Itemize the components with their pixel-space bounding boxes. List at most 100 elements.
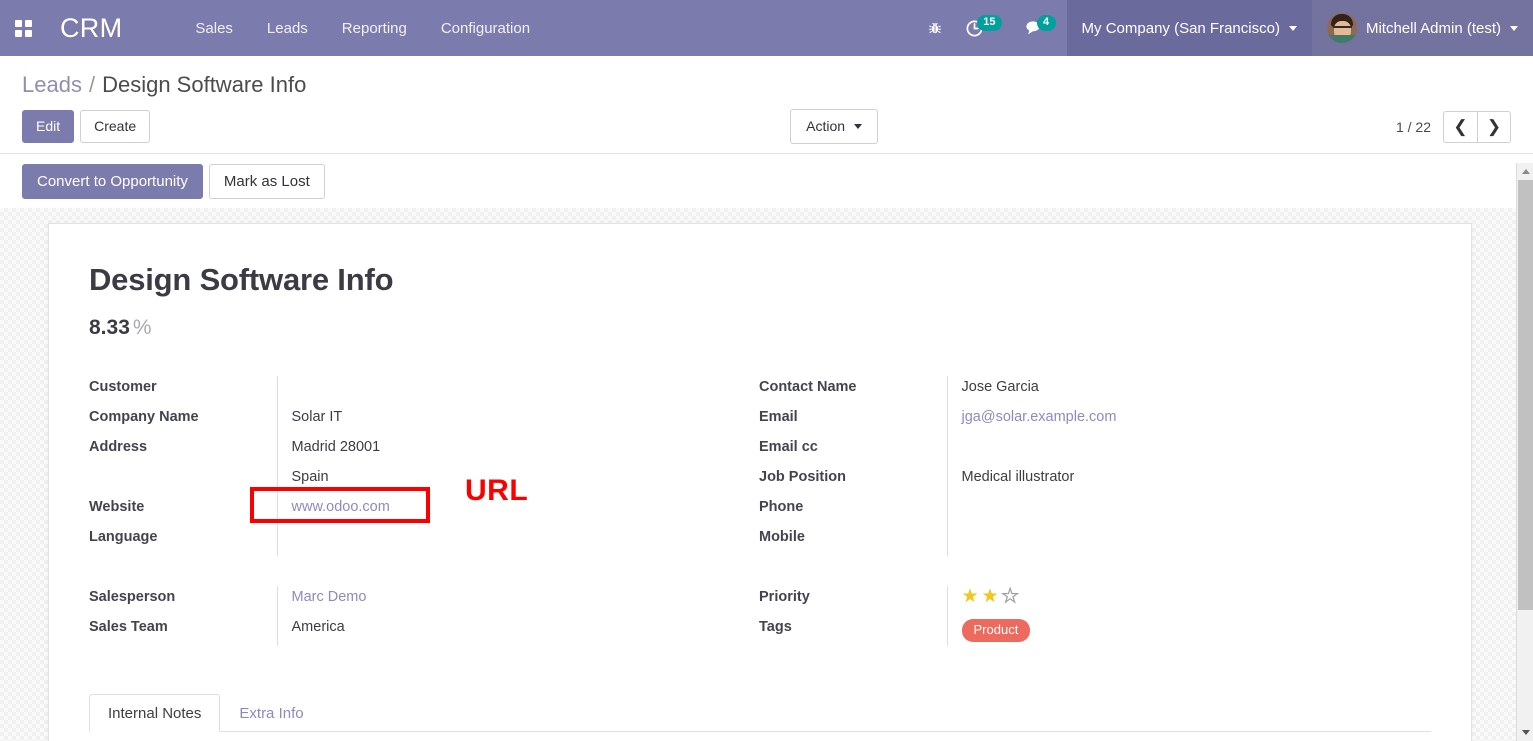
probability-row: 8.33% xyxy=(89,316,1431,340)
user-menu[interactable]: Mitchell Admin (test) xyxy=(1311,0,1533,56)
field-label-email-cc: Email cc xyxy=(759,439,818,455)
field-value-sales-team[interactable]: America xyxy=(276,616,759,646)
field-value-email-cc[interactable] xyxy=(946,436,1429,466)
field-label-mobile: Mobile xyxy=(759,529,805,545)
field-row-mobile: Mobile xyxy=(759,526,1429,556)
action-label: Action xyxy=(806,118,846,134)
tab-extra-info[interactable]: Extra Info xyxy=(220,694,322,732)
field-row-customer: Customer xyxy=(89,376,759,406)
form-sheet: Design Software Info 8.33% Customer Comp… xyxy=(48,223,1472,741)
action-menu-wrapper: Action xyxy=(790,109,879,144)
mark-as-lost-button[interactable]: Mark as Lost xyxy=(208,163,325,199)
field-value-phone[interactable] xyxy=(946,496,1429,526)
field-value-contact-name[interactable]: Jose Garcia xyxy=(946,376,1429,406)
nav-item-leads[interactable]: Leads xyxy=(250,0,325,56)
nav-item-sales[interactable]: Sales xyxy=(178,0,250,56)
field-label-language: Language xyxy=(89,529,158,545)
chevron-right-icon: ❯ xyxy=(1486,116,1502,136)
app-brand[interactable]: CRM xyxy=(46,0,136,56)
tag-badge-product[interactable]: Product xyxy=(961,619,1031,642)
field-value-salesperson[interactable]: Marc Demo xyxy=(276,586,759,616)
field-row-language: Language xyxy=(89,526,759,556)
create-button[interactable]: Create xyxy=(80,110,151,143)
form-group-right: Contact Name Jose Garcia Email jga@solar… xyxy=(759,376,1429,646)
field-label-blank xyxy=(89,466,277,496)
pager-next-button[interactable]: ❯ xyxy=(1477,110,1511,143)
field-value-job-position[interactable]: Medical illustrator xyxy=(946,466,1429,496)
navbar-systray: 15 4 My Company (San Francisco) Mitchell… xyxy=(916,0,1533,56)
field-row-website: Website www.odoo.com xyxy=(89,496,759,526)
triangle-up-icon xyxy=(1521,169,1530,174)
field-label-website: Website xyxy=(89,499,145,515)
avatar xyxy=(1326,13,1357,43)
field-label-company-name: Company Name xyxy=(89,409,199,425)
chevron-down-icon xyxy=(1288,25,1297,31)
email-link[interactable]: jga@solar.example.com xyxy=(962,409,1117,425)
nav-item-reporting[interactable]: Reporting xyxy=(325,0,424,56)
field-value-address-country[interactable]: Spain xyxy=(276,466,759,496)
scroll-down-button[interactable] xyxy=(1517,724,1533,741)
company-switcher[interactable]: My Company (San Francisco) xyxy=(1066,0,1312,56)
debug-menu-button[interactable] xyxy=(916,0,954,56)
field-value-mobile[interactable] xyxy=(946,526,1429,556)
convert-to-opportunity-button[interactable]: Convert to Opportunity xyxy=(22,163,203,199)
field-value-language[interactable] xyxy=(276,526,759,556)
field-value-company-name[interactable]: Solar IT xyxy=(276,406,759,436)
form-view-background: Design Software Info 8.33% Customer Comp… xyxy=(0,208,1533,741)
field-label-job-position: Job Position xyxy=(759,469,846,485)
field-label-customer: Customer xyxy=(89,379,157,395)
field-row-email: Email jga@solar.example.com xyxy=(759,406,1429,436)
field-row-address-country: Spain xyxy=(89,466,759,496)
nav-item-configuration[interactable]: Configuration xyxy=(424,0,547,56)
field-value-email[interactable]: jga@solar.example.com xyxy=(946,406,1429,436)
pager-previous-button[interactable]: ❮ xyxy=(1443,110,1477,143)
edit-button[interactable]: Edit xyxy=(22,110,75,143)
field-row-contact-name: Contact Name Jose Garcia xyxy=(759,376,1429,406)
control-panel-buttons: Edit Create Action 1 / 22 ❮ ❯ xyxy=(0,100,1533,153)
breadcrumb-parent-leads[interactable]: Leads xyxy=(22,72,82,98)
field-row-job-position: Job Position Medical illustrator xyxy=(759,466,1429,496)
salesperson-link[interactable]: Marc Demo xyxy=(292,589,367,605)
probability-unit: % xyxy=(132,316,152,339)
breadcrumb-current: Design Software Info xyxy=(102,72,307,97)
bug-icon xyxy=(927,20,943,36)
field-row-email-cc: Email cc xyxy=(759,436,1429,466)
scroll-up-button[interactable] xyxy=(1517,163,1533,180)
chevron-down-icon xyxy=(1510,25,1518,31)
top-navbar: CRM Sales Leads Reporting Configuration xyxy=(0,0,1533,56)
notebook-tabs: Internal Notes Extra Info xyxy=(89,694,1431,732)
website-link[interactable]: www.odoo.com xyxy=(292,499,390,515)
apps-grid-icon xyxy=(14,19,32,37)
action-dropdown-button[interactable]: Action xyxy=(790,109,879,144)
star-icon-3[interactable]: ★ xyxy=(1001,586,1019,606)
star-icon-2[interactable]: ★ xyxy=(982,587,999,606)
field-label-salesperson: Salesperson xyxy=(89,589,176,605)
control-panel: Leads / Design Software Info Edit Create… xyxy=(0,56,1533,208)
star-icon-1[interactable]: ★ xyxy=(962,587,979,606)
form-group-left: Customer Company Name Solar IT Address M… xyxy=(89,376,759,646)
apps-menu-button[interactable] xyxy=(0,0,46,56)
field-label-sales-team: Sales Team xyxy=(89,619,168,635)
vertical-scrollbar[interactable] xyxy=(1516,163,1533,741)
activities-menu-button[interactable]: 15 xyxy=(954,0,1012,56)
group-spacer-2 xyxy=(277,556,759,586)
field-value-address-city-zip[interactable]: Madrid 28001 xyxy=(276,436,759,466)
field-value-customer[interactable] xyxy=(276,376,759,406)
field-row-phone: Phone xyxy=(759,496,1429,526)
field-row-address: Address Madrid 28001 xyxy=(89,436,759,466)
field-value-website[interactable]: www.odoo.com xyxy=(276,496,759,526)
notebook: Internal Notes Extra Info xyxy=(89,694,1431,732)
activities-count-badge: 15 xyxy=(977,15,1002,31)
messaging-menu-button[interactable]: 4 xyxy=(1013,0,1067,56)
field-row-tags: Tags Product xyxy=(759,616,1429,646)
group-spacer xyxy=(89,556,277,586)
field-value-priority[interactable]: ★ ★ ★ xyxy=(946,586,1430,616)
field-value-tags[interactable]: Product xyxy=(946,616,1429,646)
pager: 1 / 22 ❮ ❯ xyxy=(1396,110,1511,143)
messaging-count-badge: 4 xyxy=(1036,15,1056,31)
field-row-priority: Priority ★ ★ ★ xyxy=(759,586,1429,616)
scrollbar-thumb[interactable] xyxy=(1518,180,1533,610)
priority-stars[interactable]: ★ ★ ★ xyxy=(962,586,1430,606)
field-label-address: Address xyxy=(89,439,148,455)
tab-internal-notes[interactable]: Internal Notes xyxy=(89,694,221,732)
